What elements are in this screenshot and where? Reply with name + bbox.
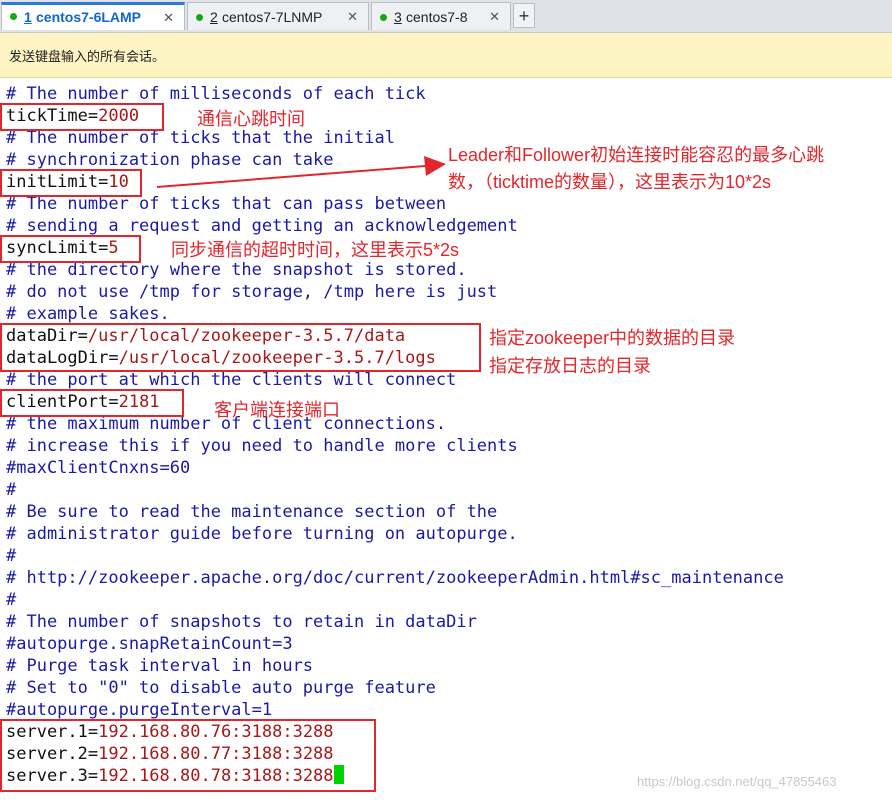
note-datalogdir: 指定存放日志的目录 xyxy=(489,356,651,376)
note-initlimit-line2: 数，（ticktime的数量），这里表示为10*2s xyxy=(448,172,772,192)
note-initlimit-line1: Leader和Follower初始连接时能容忍的最多心跳 xyxy=(448,145,825,165)
note-clientport: 客户端连接端口 xyxy=(214,400,340,420)
note-datadir: 指定zookeeper中的数据的目录 xyxy=(489,328,736,348)
annotation-arrow xyxy=(156,156,446,188)
watermark: https://blog.csdn.net/qq_47855463 xyxy=(637,774,837,789)
note-ticktime: 通信心跳时间 xyxy=(197,109,305,129)
note-synclimit: 同步通信的超时时间，这里表示5*2s xyxy=(171,240,460,260)
